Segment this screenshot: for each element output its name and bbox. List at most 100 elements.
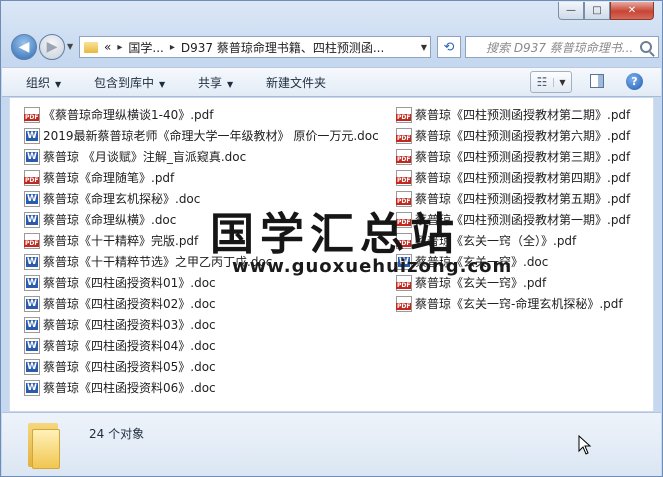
file-item[interactable]: 蔡普琼《四柱预测函授教材第四期》.pdf xyxy=(396,167,630,188)
file-item[interactable]: 蔡普琼《命理随笔》.pdf xyxy=(24,167,379,188)
word-document-icon xyxy=(24,211,40,228)
refresh-icon: ⟲ xyxy=(443,39,455,55)
file-item[interactable]: 蔡普琼《四柱函授资料06》.doc xyxy=(24,377,379,398)
refresh-button[interactable]: ⟲ xyxy=(437,36,461,58)
search-input[interactable]: 搜索 D937 蔡普琼命理书... xyxy=(465,36,659,58)
pdf-file-icon xyxy=(396,295,412,312)
file-item[interactable]: 蔡普琼《四柱函授资料04》.doc xyxy=(24,335,379,356)
file-name: 蔡普琼《四柱函授资料05》.doc xyxy=(43,360,216,374)
file-item[interactable]: 蔡普琼《命理纵横》.doc xyxy=(24,209,379,230)
word-document-icon xyxy=(24,337,40,354)
word-document-icon xyxy=(24,253,40,270)
address-dropdown[interactable]: ▼ xyxy=(417,37,431,57)
word-document-icon xyxy=(24,127,40,144)
include-in-library-label: 包含到库中 xyxy=(94,76,155,90)
file-item[interactable]: 蔡普琼《四柱函授资料03》.doc xyxy=(24,314,379,335)
file-name: 蔡普琼《四柱函授资料03》.doc xyxy=(43,318,216,332)
file-name: 蔡普琼《命理随笔》.pdf xyxy=(43,171,175,185)
word-document-icon xyxy=(24,379,40,396)
file-name: 蔡普琼《十干精粹》完版.pdf xyxy=(43,234,199,248)
list-view-icon: ☷ xyxy=(536,75,548,89)
file-name: 蔡普琼《四柱预测函授教材第四期》.pdf xyxy=(415,171,631,185)
file-item[interactable]: 蔡普琼《十干精粹节选》之甲乙丙丁戊.doc xyxy=(24,251,379,272)
recent-pages-dropdown[interactable]: ▼ xyxy=(67,42,73,51)
file-name: 蔡普琼《四柱函授资料04》.doc xyxy=(43,339,216,353)
file-name: 蔡普琼《四柱预测函授教材第二期》.pdf xyxy=(415,108,631,122)
file-item[interactable]: 蔡普琼《四柱预测函授教材第二期》.pdf xyxy=(396,104,630,125)
breadcrumb-separator[interactable]: ▸ xyxy=(170,42,175,53)
file-item[interactable]: 《蔡普琼命理纵横谈1-40》.pdf xyxy=(24,104,379,125)
file-name: 《蔡普琼命理纵横谈1-40》.pdf xyxy=(43,108,214,122)
word-document-icon xyxy=(24,316,40,333)
file-item[interactable]: 2019最新蔡普琼老师《命理大学一年级教材》 原价一万元.doc xyxy=(24,125,379,146)
file-name: 2019最新蔡普琼老师《命理大学一年级教材》 原价一万元.doc xyxy=(43,129,379,143)
arrow-left-icon: ◀ xyxy=(18,39,30,55)
file-item[interactable]: 蔡普琼《十干精粹》完版.pdf xyxy=(24,230,379,251)
help-button[interactable]: ? xyxy=(626,73,643,90)
chevron-down-icon[interactable]: ▼ xyxy=(553,77,571,87)
change-view-button[interactable]: ☷ ▼ xyxy=(530,71,572,93)
file-name: 蔡普琼《命理纵横》.doc xyxy=(43,213,177,227)
pdf-file-icon xyxy=(396,148,412,165)
file-name: 蔡普琼《四柱函授资料01》.doc xyxy=(43,276,216,290)
file-name: 蔡普琼《四柱函授资料06》.doc xyxy=(43,381,216,395)
pdf-file-icon xyxy=(396,274,412,291)
file-list: 《蔡普琼命理纵横谈1-40》.pdf 2019最新蔡普琼老师《命理大学一年级教材》… xyxy=(9,98,654,411)
breadcrumb-overflow[interactable]: « xyxy=(104,40,111,54)
navigation-bar: ◀ ▶ ▼ « ▸ 国学... ▸ D937 蔡普琼命理书籍、四柱预测函... … xyxy=(9,34,659,60)
chevron-down-icon: ▼ xyxy=(227,80,234,89)
pdf-file-icon xyxy=(24,169,40,186)
new-folder-button[interactable]: 新建文件夹 xyxy=(266,74,326,91)
details-pane: 24 个对象 xyxy=(2,412,661,476)
file-item[interactable]: 蔡普琼《四柱函授资料01》.doc xyxy=(24,272,379,293)
breadcrumb-segment[interactable]: D937 蔡普琼命理书籍、四柱预测函... xyxy=(181,39,384,56)
preview-pane-button[interactable] xyxy=(590,74,604,88)
new-folder-label: 新建文件夹 xyxy=(266,76,327,90)
organize-label: 组织 xyxy=(26,76,51,90)
folder-icon xyxy=(84,41,98,53)
forward-button[interactable]: ▶ xyxy=(39,34,65,60)
pdf-file-icon xyxy=(24,232,40,249)
close-button[interactable]: ✕ xyxy=(610,2,654,20)
file-item[interactable]: 蔡普琼《命理玄机探秘》.doc xyxy=(24,188,379,209)
pdf-file-icon xyxy=(24,106,40,123)
address-bar[interactable]: « ▸ 国学... ▸ D937 蔡普琼命理书籍、四柱预测函... xyxy=(79,36,431,58)
file-name: 蔡普琼《玄关一窍-命理玄机探秘》.pdf xyxy=(415,297,623,311)
file-name: 蔡普琼《玄关一窍（全）》.pdf xyxy=(415,234,577,248)
file-column-right: 蔡普琼《四柱预测函授教材第二期》.pdf 蔡普琼《四柱预测函授教材第六期》.pdf… xyxy=(396,104,630,314)
breadcrumb-separator[interactable]: ▸ xyxy=(117,42,122,53)
pdf-file-icon xyxy=(396,169,412,186)
folder-icon xyxy=(24,423,62,469)
breadcrumb-segment[interactable]: 国学... xyxy=(128,39,163,56)
file-item[interactable]: 蔡普琼《玄关一窍-命理玄机探秘》.pdf xyxy=(396,293,630,314)
file-item[interactable]: 蔡普琼《四柱预测函授教材第六期》.pdf xyxy=(396,125,630,146)
file-name: 蔡普琼《玄关一窍》.pdf xyxy=(415,276,547,290)
file-item[interactable]: 蔡普琼《玄关一窍》.doc xyxy=(396,251,630,272)
file-item[interactable]: 蔡普琼《四柱预测函授教材第一期》.pdf xyxy=(396,209,630,230)
chevron-down-icon: ▼ xyxy=(159,80,166,89)
pdf-file-icon xyxy=(396,127,412,144)
organize-button[interactable]: 组织 ▼ xyxy=(26,74,61,91)
file-item[interactable]: 蔡普琼《四柱预测函授教材第三期》.pdf xyxy=(396,146,630,167)
file-item[interactable]: 蔡普琼《玄关一窍（全）》.pdf xyxy=(396,230,630,251)
search-icon xyxy=(640,41,652,53)
file-name: 蔡普琼《四柱预测函授教材第三期》.pdf xyxy=(415,150,631,164)
chevron-down-icon: ▼ xyxy=(55,80,62,89)
file-item[interactable]: 蔡普琼《四柱预测函授教材第五期》.pdf xyxy=(396,188,630,209)
command-bar: 组织 ▼ 包含到库中 ▼ 共享 ▼ 新建文件夹 ☷ ▼ ? xyxy=(2,67,661,97)
file-item[interactable]: 蔡普琼《玄关一窍》.pdf xyxy=(396,272,630,293)
file-name: 蔡普琼 《月谈赋》注解_盲派窥真.doc xyxy=(43,150,247,164)
file-column-left: 《蔡普琼命理纵横谈1-40》.pdf 2019最新蔡普琼老师《命理大学一年级教材》… xyxy=(24,104,379,398)
file-name: 蔡普琼《四柱函授资料02》.doc xyxy=(43,297,216,311)
caption-buttons: — □ ✕ xyxy=(558,2,654,22)
file-item[interactable]: 蔡普琼 《月谈赋》注解_盲派窥真.doc xyxy=(24,146,379,167)
minimize-button[interactable]: — xyxy=(558,2,584,20)
word-document-icon xyxy=(24,148,40,165)
back-button[interactable]: ◀ xyxy=(11,34,37,60)
share-button[interactable]: 共享 ▼ xyxy=(198,74,233,91)
maximize-button[interactable]: □ xyxy=(584,2,610,20)
file-item[interactable]: 蔡普琼《四柱函授资料02》.doc xyxy=(24,293,379,314)
include-in-library-button[interactable]: 包含到库中 ▼ xyxy=(94,74,165,91)
pdf-file-icon xyxy=(396,232,412,249)
file-item[interactable]: 蔡普琼《四柱函授资料05》.doc xyxy=(24,356,379,377)
